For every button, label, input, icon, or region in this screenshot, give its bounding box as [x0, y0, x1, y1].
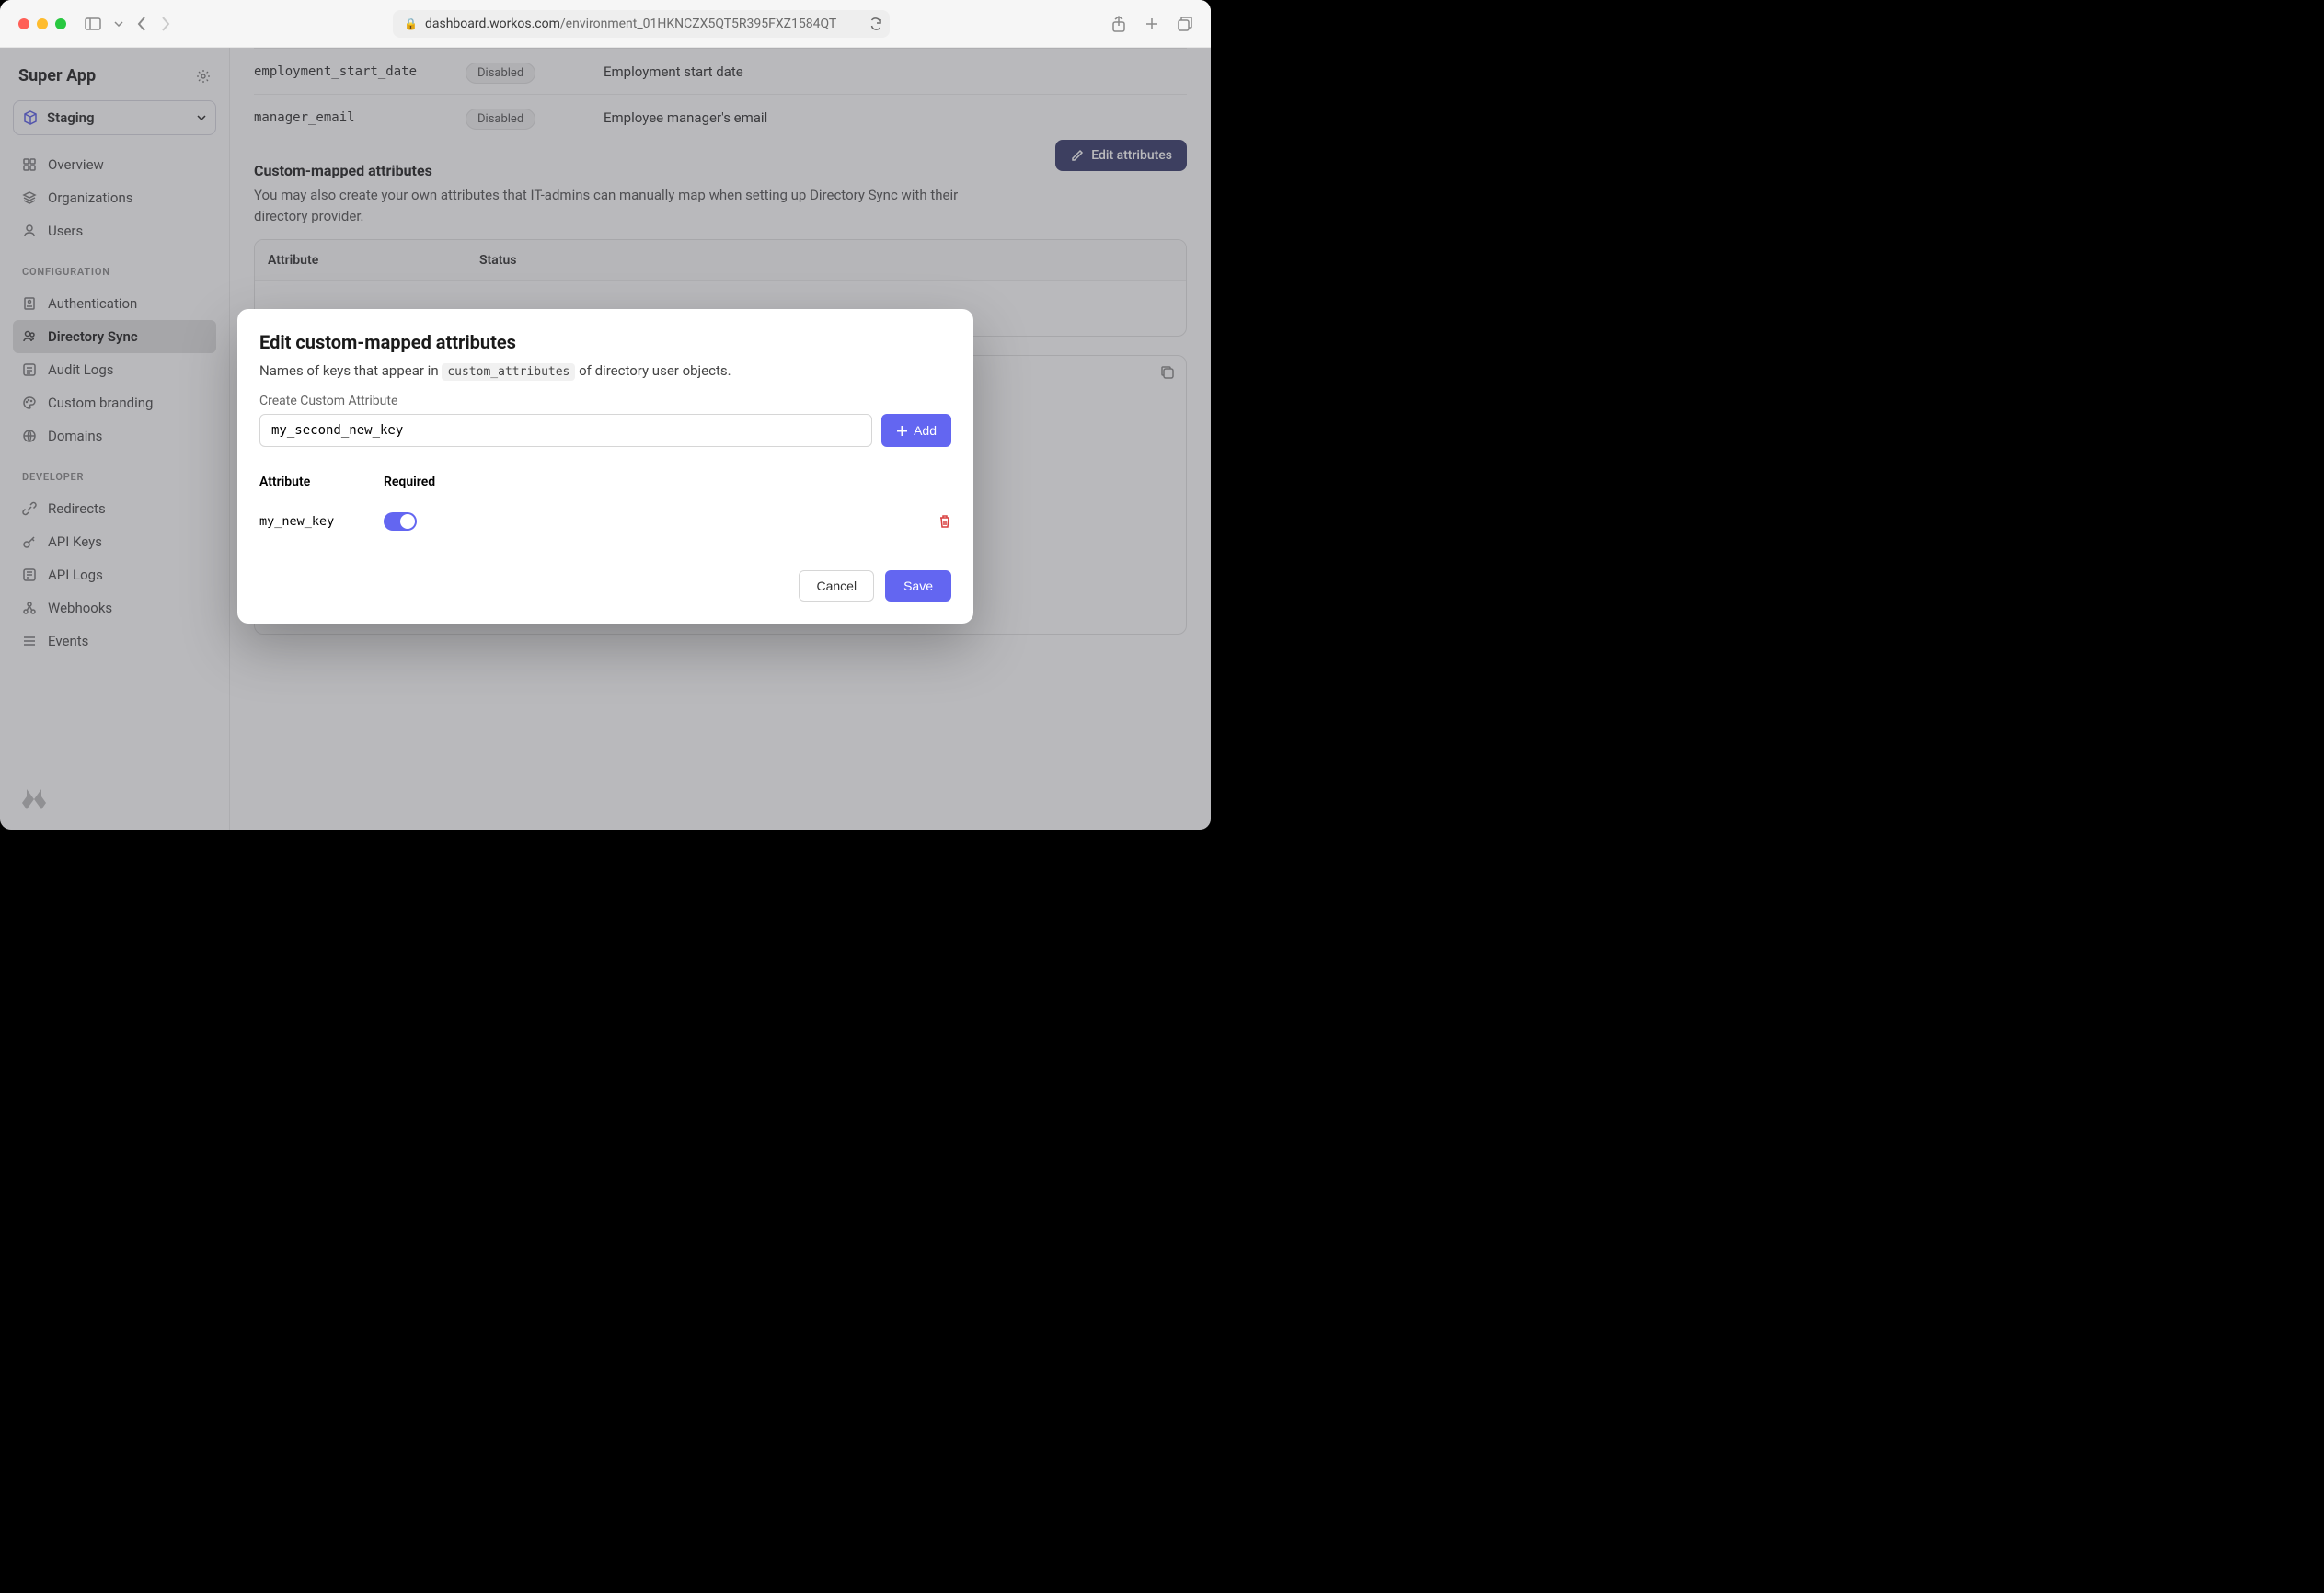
- cancel-button[interactable]: Cancel: [799, 570, 874, 602]
- modal-title: Edit custom-mapped attributes: [259, 331, 951, 353]
- browser-titlebar: 🔒 dashboard.workos.com/environment_01HKN…: [0, 0, 1211, 48]
- refresh-icon[interactable]: [869, 17, 882, 30]
- url-bar[interactable]: 🔒 dashboard.workos.com/environment_01HKN…: [182, 10, 1100, 38]
- attribute-name: my_new_key: [259, 514, 384, 529]
- add-button[interactable]: Add: [881, 414, 951, 447]
- sidebar-toggle-icon[interactable]: [85, 17, 101, 30]
- table-row: my_new_key: [259, 499, 951, 544]
- back-button[interactable]: [136, 16, 147, 32]
- custom-attribute-input[interactable]: [259, 414, 872, 447]
- minimize-window-icon[interactable]: [37, 18, 48, 29]
- modal-header-attribute: Attribute: [259, 475, 384, 489]
- create-attribute-label: Create Custom Attribute: [259, 394, 951, 408]
- app-window: 🔒 dashboard.workos.com/environment_01HKN…: [0, 0, 1211, 830]
- modal-header-required: Required: [384, 475, 435, 489]
- required-toggle[interactable]: [384, 512, 417, 531]
- save-button[interactable]: Save: [885, 570, 951, 602]
- traffic-lights: [18, 18, 66, 29]
- plus-icon: [896, 425, 908, 437]
- trash-icon[interactable]: [938, 514, 951, 529]
- share-icon[interactable]: [1111, 16, 1126, 32]
- tabs-overview-icon[interactable]: [1178, 17, 1192, 31]
- url-domain: dashboard.workos.com: [425, 17, 560, 31]
- lock-icon: 🔒: [404, 17, 418, 30]
- url-path: /environment_01HKNCZX5QT5R395FXZ1584QT: [560, 17, 836, 31]
- modal-subtitle: Names of keys that appear in custom_attr…: [259, 362, 951, 379]
- maximize-window-icon[interactable]: [55, 18, 66, 29]
- close-window-icon[interactable]: [18, 18, 29, 29]
- edit-attributes-modal: Edit custom-mapped attributes Names of k…: [237, 309, 973, 624]
- chevron-down-icon[interactable]: [114, 21, 123, 27]
- forward-button[interactable]: [160, 16, 171, 32]
- new-tab-icon[interactable]: [1145, 17, 1159, 31]
